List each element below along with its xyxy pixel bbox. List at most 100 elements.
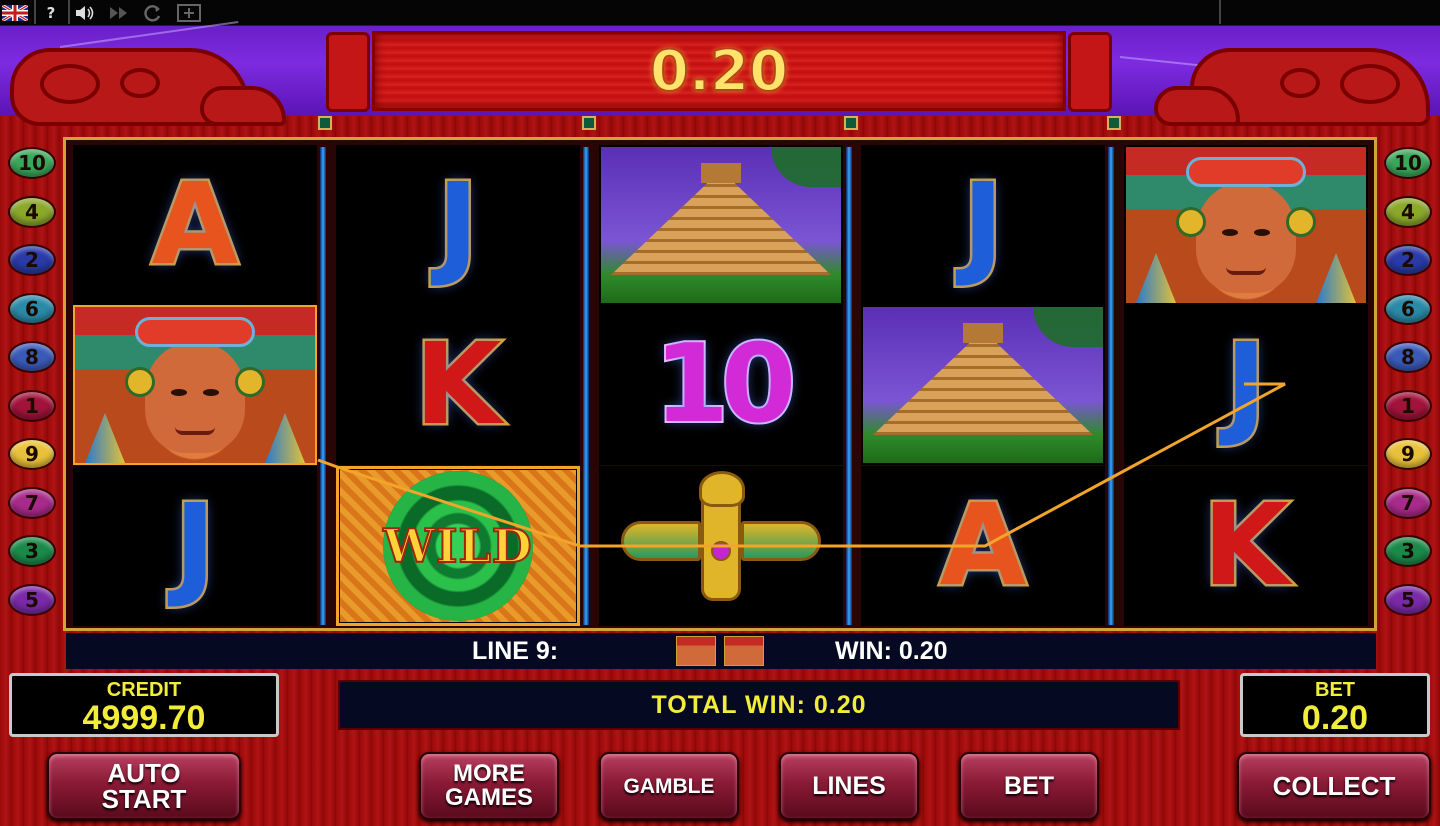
window-icon[interactable] <box>176 3 202 23</box>
symbol-j: J <box>435 160 482 290</box>
dragon-carving-right <box>1150 28 1440 128</box>
bet-panel: BET 0.20 <box>1240 673 1430 737</box>
reel-divider <box>320 147 326 625</box>
mayan-face-icon <box>75 307 315 463</box>
uk-flag-icon[interactable] <box>2 3 28 23</box>
stud <box>1107 116 1121 130</box>
reel-3-row-1 <box>599 145 843 305</box>
credit-label: CREDIT <box>106 679 182 701</box>
symbol-a: A <box>149 160 241 290</box>
auto-start-label-line2: START <box>101 784 187 814</box>
payline-badge-9[interactable]: 9 <box>8 438 56 470</box>
payline-badge-1[interactable]: 1 <box>8 389 56 422</box>
pyramid-icon <box>863 307 1103 463</box>
reel-2-row-3: WILD <box>336 466 580 626</box>
speaker-icon[interactable] <box>72 3 98 23</box>
reel-1-row-1: A <box>73 145 317 305</box>
payline-badge-4[interactable]: 4 <box>8 195 56 228</box>
payline-badge-8[interactable]: 8 <box>1384 341 1432 373</box>
reel-5-row-3: K <box>1124 466 1368 626</box>
banner-ornament-left <box>326 32 370 112</box>
total-win-bar: TOTAL WIN: 0.20 <box>338 680 1180 730</box>
win-info-strip: LINE 9: WIN: 0.20 <box>66 633 1376 669</box>
payline-badge-7[interactable]: 7 <box>1384 486 1432 519</box>
payline-badge-4[interactable]: 4 <box>1384 195 1432 228</box>
bet-value: 0.20 <box>1301 699 1369 737</box>
stud <box>844 116 858 130</box>
face-symbol-icon <box>724 636 764 666</box>
payline-badge-6[interactable]: 6 <box>8 292 56 325</box>
payline-badge-3[interactable]: 3 <box>8 535 56 567</box>
wild-text: WILD <box>382 518 533 574</box>
symbol-k: K <box>1200 481 1292 611</box>
payline-badge-6[interactable]: 6 <box>1384 292 1432 325</box>
payline-badge-2[interactable]: 2 <box>8 244 56 276</box>
auto-start-label-line1: AUTO <box>107 758 181 788</box>
reel-2-row-2: K <box>336 305 580 465</box>
payline-badge-5[interactable]: 5 <box>8 583 56 616</box>
payline-badge-8[interactable]: 8 <box>8 341 56 373</box>
reel-4-row-1: J <box>861 145 1105 305</box>
reel-4-row-2 <box>861 305 1105 465</box>
more-games-button[interactable]: MORE GAMES <box>419 752 559 820</box>
dragon-carving-left <box>0 28 290 128</box>
reel-divider <box>846 147 852 625</box>
reel-3-row-2: 10 <box>599 305 843 465</box>
reel-5-row-2: J <box>1124 305 1368 465</box>
mayan-face-icon <box>1126 147 1366 303</box>
symbol-k: K <box>412 320 504 450</box>
payline-badge-3[interactable]: 3 <box>1384 535 1432 567</box>
credit-value: 4999.70 <box>82 699 206 737</box>
more-games-label-line1: MORE <box>453 760 525 787</box>
win-amount: 0.20 <box>649 38 789 105</box>
reel-2-row-1: J <box>336 145 580 305</box>
reel-1-row-2 <box>73 305 317 465</box>
gamble-label: GAMBLE <box>623 774 715 798</box>
top-toolbar: ? <box>0 0 1440 26</box>
payline-badge-9[interactable]: 9 <box>1384 438 1432 470</box>
collect-label: COLLECT <box>1272 771 1396 801</box>
refresh-icon[interactable] <box>140 3 166 23</box>
symbol-j: J <box>960 160 1007 290</box>
fast-forward-icon[interactable] <box>106 3 132 23</box>
reel-divider <box>1108 147 1114 625</box>
bet-button-label: BET <box>1004 771 1054 800</box>
symbol-j: J <box>1223 320 1270 450</box>
toolbar-divider <box>68 0 70 24</box>
pyramid-icon <box>601 147 841 303</box>
total-win-label: TOTAL WIN: 0.20 <box>651 690 867 719</box>
lines-label: LINES <box>812 771 886 800</box>
collect-button[interactable]: COLLECT <box>1237 752 1431 820</box>
reel-4-row-3: A <box>861 466 1105 626</box>
stud <box>318 116 332 130</box>
credit-panel: CREDIT 4999.70 <box>9 673 279 737</box>
gamble-button[interactable]: GAMBLE <box>599 752 739 820</box>
payline-badge-2[interactable]: 2 <box>1384 244 1432 276</box>
toolbar-divider <box>1219 0 1221 24</box>
win-display: 0.20 <box>372 31 1066 111</box>
reel-divider <box>583 147 589 625</box>
auto-start-button[interactable]: AUTO START <box>47 752 241 820</box>
help-button[interactable]: ? <box>38 3 64 23</box>
face-symbol-icon <box>676 636 716 666</box>
reel-3-row-3 <box>599 466 843 626</box>
payline-badge-5[interactable]: 5 <box>1384 583 1432 616</box>
reel-1-row-3: J <box>73 466 317 626</box>
stud <box>582 116 596 130</box>
line-win-label: WIN: 0.20 <box>835 636 948 665</box>
bet-button[interactable]: BET <box>959 752 1099 820</box>
reel-5-row-1 <box>1124 145 1368 305</box>
line-label: LINE 9: <box>472 636 559 665</box>
payline-badge-10[interactable]: 10 <box>1384 147 1432 179</box>
symbol-j: J <box>172 481 219 611</box>
lines-button[interactable]: LINES <box>779 752 919 820</box>
more-games-label-line2: GAMES <box>444 784 533 811</box>
golden-bird-icon <box>621 471 821 621</box>
payline-badge-7[interactable]: 7 <box>8 486 56 519</box>
symbol-a: A <box>937 481 1029 611</box>
payline-badge-10[interactable]: 10 <box>8 147 56 179</box>
payline-badge-1[interactable]: 1 <box>1384 389 1432 422</box>
symbol-wild: WILD <box>340 470 576 622</box>
banner-ornament-right <box>1068 32 1112 112</box>
symbol-10: 10 <box>652 322 798 447</box>
